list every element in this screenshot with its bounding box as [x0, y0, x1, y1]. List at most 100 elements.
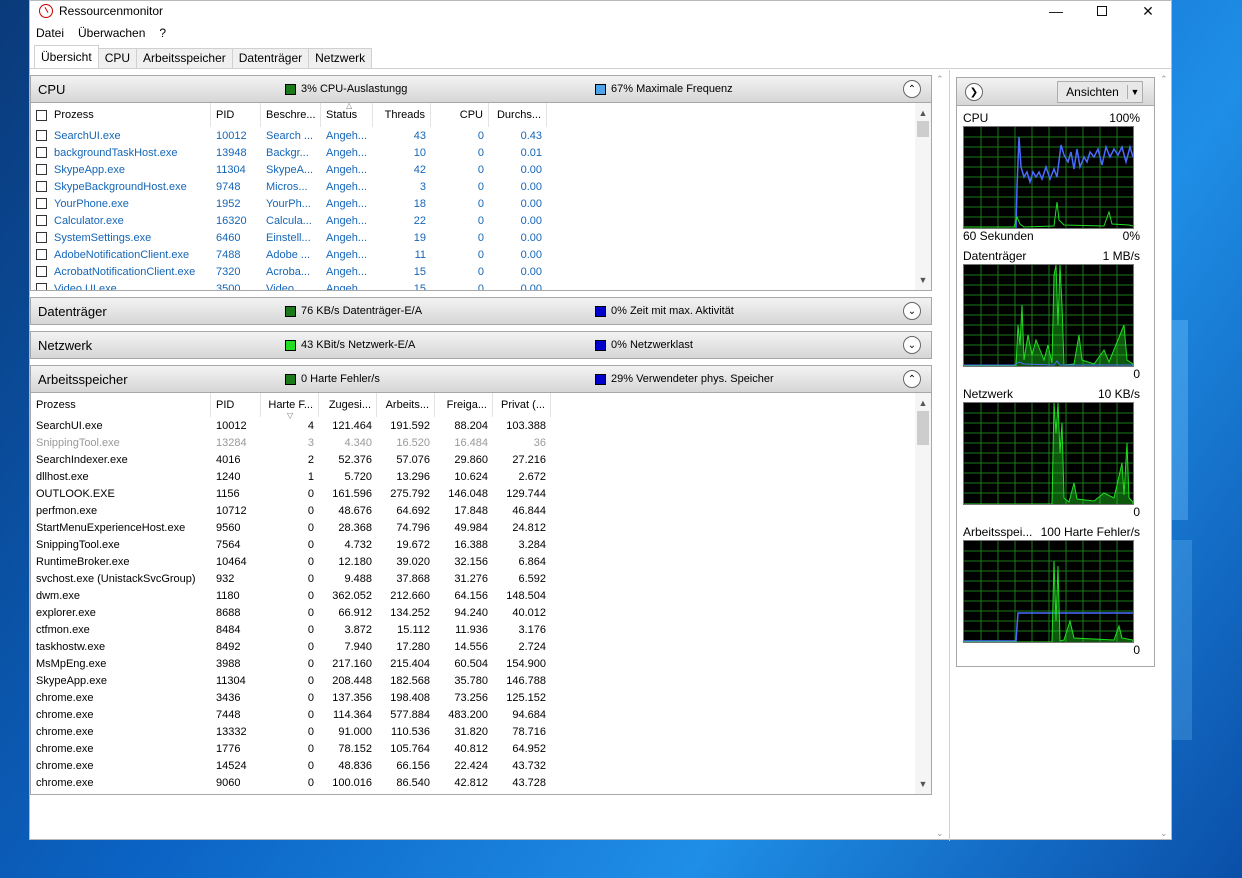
table-row[interactable]: SystemSettings.exe 6460 Einstell... Angeh..…: [31, 229, 931, 246]
scroll-down-icon[interactable]: ⌄: [936, 828, 944, 839]
tab-cpu[interactable]: CPU: [97, 48, 138, 68]
tab-arbeitsspeicher[interactable]: Arbeitsspeicher: [136, 48, 233, 68]
table-row[interactable]: SearchUI.exe 10012 Search ... Angeh... 43 0 0.…: [31, 127, 931, 144]
table-row[interactable]: explorer.exe 8688 0 66.912 134.252 94.240 40.0…: [31, 604, 931, 621]
table-row[interactable]: dwm.exe 1180 0 362.052 212.660 64.156 148.504: [31, 587, 931, 604]
row-checkbox[interactable]: [36, 181, 47, 192]
column-header[interactable]: PID: [211, 393, 261, 417]
table-row[interactable]: SnippingTool.exe 13284 3 4.340 16.520 16.484 3…: [31, 434, 931, 451]
table-row[interactable]: SkypeApp.exe 11304 SkypeA... Angeh... 42 0 0.0…: [31, 161, 931, 178]
row-checkbox[interactable]: [36, 147, 47, 158]
table-row[interactable]: chrome.exe 7448 0 114.364 577.884 483.200 94.6…: [31, 706, 931, 723]
scroll-down-icon[interactable]: ⌄: [1160, 828, 1168, 839]
tab-datentraeger[interactable]: Datenträger: [231, 48, 310, 68]
scroll-up-icon[interactable]: ▲: [915, 395, 931, 411]
column-header[interactable]: Durchs...: [489, 103, 547, 127]
table-row[interactable]: Calculator.exe 16320 Calcula... Angeh... 22 0…: [31, 212, 931, 229]
scroll-thumb[interactable]: [917, 121, 929, 137]
graphs-scrollbar[interactable]: ⌃ ⌄: [1157, 70, 1173, 841]
table-row[interactable]: chrome.exe 9060 0 100.016 86.540 42.812 43.728: [31, 774, 931, 791]
views-dropdown[interactable]: Ansichten ▼: [1057, 81, 1143, 103]
minimize-button[interactable]: —: [1033, 1, 1079, 21]
table-row[interactable]: svchost.exe (UnistackSvcGroup) 932 0 9.488 3…: [31, 570, 931, 587]
scroll-up-icon[interactable]: ▲: [915, 105, 931, 121]
scroll-up-icon[interactable]: ⌃: [1160, 74, 1168, 85]
select-all-checkbox[interactable]: [36, 109, 47, 121]
table-row[interactable]: SearchIndexer.exe 4016 2 52.376 57.076 29.860…: [31, 451, 931, 468]
table-row[interactable]: SkypeBackgroundHost.exe 9748 Micros... Ange…: [31, 178, 931, 195]
table-row[interactable]: YourPhone.exe 1952 YourPh... Angeh... 18 0 0.0…: [31, 195, 931, 212]
table-row[interactable]: Video.UI.exe 3500 Video ... Angeh... 15 0 0.00: [31, 280, 931, 290]
expand-chevron-icon[interactable]: ⌄: [903, 302, 921, 320]
scroll-thumb[interactable]: [917, 411, 929, 445]
table-row[interactable]: OUTLOOK.EXE 1156 0 161.596 275.792 146.048 129…: [31, 485, 931, 502]
maximize-icon: [1097, 6, 1107, 16]
row-checkbox[interactable]: [36, 266, 47, 277]
column-header[interactable]: Prozess: [31, 393, 211, 417]
column-header[interactable]: Zugesi...: [319, 393, 377, 417]
cell-text: 46.844: [512, 504, 546, 517]
table-row[interactable]: chrome.exe 13332 0 91.000 110.536 31.820 78.71…: [31, 723, 931, 740]
column-header[interactable]: Threads: [373, 103, 431, 127]
table-row[interactable]: RuntimeBroker.exe 10464 0 12.180 39.020 32.15…: [31, 553, 931, 570]
row-checkbox[interactable]: [36, 130, 47, 141]
row-checkbox[interactable]: [36, 283, 47, 290]
collapse-chevron-icon[interactable]: ⌃: [903, 80, 921, 98]
menu-datei[interactable]: Datei: [36, 26, 64, 40]
table-row[interactable]: dllhost.exe 1240 1 5.720 13.296 10.624 2.672: [31, 468, 931, 485]
cpu-panel-header[interactable]: CPU 3% CPU-Auslastungg 67% Maximale Freq…: [30, 75, 932, 103]
table-row[interactable]: ctfmon.exe 8484 0 3.872 15.112 11.936 3.176: [31, 621, 931, 638]
table-row[interactable]: AdobeNotificationClient.exe 7488 Adobe ...…: [31, 246, 931, 263]
table-cell: 0: [431, 127, 489, 144]
table-cell: 94.684: [493, 706, 551, 723]
table-row[interactable]: taskhostw.exe 8492 0 7.940 17.280 14.556 2.724: [31, 638, 931, 655]
column-header[interactable]: Beschre...: [261, 103, 321, 127]
table-row[interactable]: chrome.exe 3436 0 137.356 198.408 73.256 125.1…: [31, 689, 931, 706]
table-row[interactable]: AcrobatNotificationClient.exe 7320 Acroba.…: [31, 263, 931, 280]
collapse-chevron-icon[interactable]: ⌃: [903, 370, 921, 388]
column-header[interactable]: Freiga...: [435, 393, 493, 417]
maximize-button[interactable]: [1079, 1, 1125, 21]
column-header[interactable]: Privat (...: [493, 393, 551, 417]
menu-ueberwachen[interactable]: Überwachen: [78, 26, 145, 40]
table-row[interactable]: chrome.exe 14524 0 48.836 66.156 22.424 43.732: [31, 757, 931, 774]
table-row[interactable]: StartMenuExperienceHost.exe 9560 0 28.368 74…: [31, 519, 931, 536]
memory-table-scrollbar[interactable]: ▲ ▼: [915, 393, 931, 794]
chevron-right-icon[interactable]: ❯: [965, 83, 983, 101]
tab-uebersicht[interactable]: Übersicht: [34, 45, 99, 68]
column-header[interactable]: Prozess: [31, 103, 211, 127]
tab-netzwerk[interactable]: Netzwerk: [308, 48, 373, 68]
table-cell: SnippingTool.exe: [31, 434, 211, 451]
table-row[interactable]: SkypeApp.exe 11304 0 208.448 182.568 35.780 14…: [31, 672, 931, 689]
expand-chevron-icon[interactable]: ⌄: [903, 336, 921, 354]
network-panel-header[interactable]: Netzwerk 43 KBit/s Netzwerk-E/A 0% Netzw…: [30, 331, 932, 359]
menu-help[interactable]: ?: [159, 26, 166, 40]
cell-text: 8484: [216, 623, 241, 636]
close-button[interactable]: ✕: [1125, 1, 1171, 21]
row-checkbox[interactable]: [36, 232, 47, 243]
row-checkbox[interactable]: [36, 198, 47, 209]
row-checkbox[interactable]: [36, 215, 47, 226]
row-checkbox[interactable]: [36, 249, 47, 260]
column-header[interactable]: CPU: [431, 103, 489, 127]
memory-panel-header[interactable]: Arbeitsspeicher 0 Harte Fehler/s 29% Ver…: [30, 365, 932, 393]
cell-text: 10464: [216, 555, 247, 568]
cell-text: 1952: [216, 197, 241, 210]
scroll-up-icon[interactable]: ⌃: [936, 74, 944, 85]
column-header[interactable]: Arbeits...: [377, 393, 435, 417]
overview-scrollbar[interactable]: ⌃ ⌄: [933, 70, 949, 841]
column-header[interactable]: PID: [211, 103, 261, 127]
table-row[interactable]: chrome.exe 1776 0 78.152 105.764 40.812 64.952: [31, 740, 931, 757]
cpu-table-scrollbar[interactable]: ▲ ▼: [915, 103, 931, 290]
row-checkbox[interactable]: [36, 164, 47, 175]
disk-panel-header[interactable]: Datenträger 76 KB/s Datenträger-E/A 0% Z…: [30, 297, 932, 325]
table-row[interactable]: backgroundTaskHost.exe 13948 Backgr... Ange…: [31, 144, 931, 161]
table-cell: SystemSettings.exe: [31, 229, 211, 246]
table-row[interactable]: SearchUI.exe 10012 4 121.464 191.592 88.204 10…: [31, 417, 931, 434]
table-row[interactable]: perfmon.exe 10712 0 48.676 64.692 17.848 46.84…: [31, 502, 931, 519]
scroll-down-icon[interactable]: ▼: [915, 776, 931, 792]
table-row[interactable]: SnippingTool.exe 7564 0 4.732 19.672 16.388 3.…: [31, 536, 931, 553]
table-row[interactable]: MsMpEng.exe 3988 0 217.160 215.404 60.504 154.…: [31, 655, 931, 672]
scroll-down-icon[interactable]: ▼: [915, 272, 931, 288]
table-cell: 22.424: [435, 757, 493, 774]
